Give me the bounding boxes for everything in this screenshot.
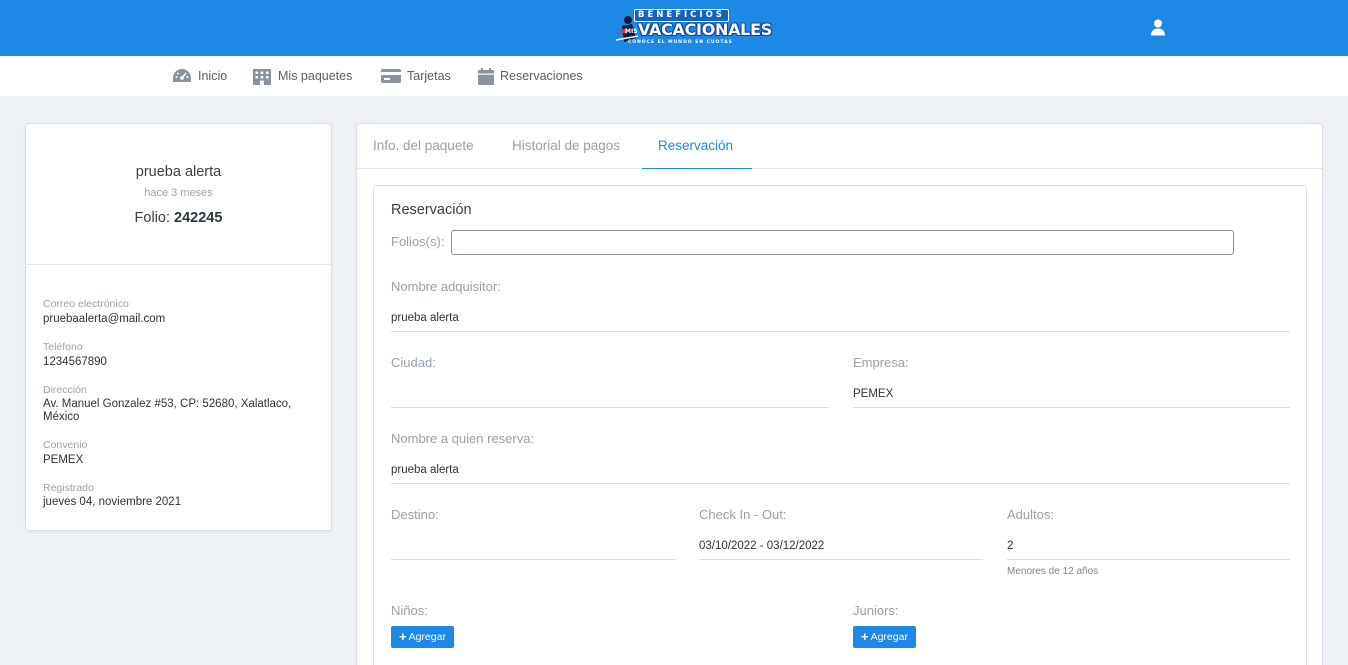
empresa-underline <box>853 407 1290 408</box>
package-detail-card: Info. del paquete Historial de pagos Res… <box>356 123 1323 665</box>
calendar-icon <box>478 67 494 85</box>
add-nino-label: Agregar <box>408 631 446 643</box>
destino-label: Destino: <box>391 507 439 522</box>
credit-card-icon <box>381 69 401 83</box>
nav-item-reservaciones[interactable]: Reservaciones <box>478 56 583 96</box>
profile-divider <box>26 264 331 265</box>
nombre-adquisitor-value[interactable]: prueba alerta <box>391 312 459 324</box>
ninos-label: Niños: <box>391 603 428 618</box>
ciudad-label: Ciudad: <box>391 355 436 370</box>
plus-icon: + <box>399 629 407 644</box>
profile-name: prueba alerta <box>135 164 222 180</box>
empresa-label: Empresa: <box>853 355 909 370</box>
logo-tagline: CONOCE EL MUNDO EN CUOTAS <box>628 40 733 45</box>
address-value: Av. Manuel Gonzalez #53, CP: 52680, Xala… <box>43 398 292 423</box>
adultos-label: Adultos: <box>1007 507 1054 522</box>
registered-value: jueves 04, noviembre 2021 <box>43 496 182 508</box>
checkin-label: Check In - Out: <box>699 507 787 522</box>
reservation-form: Reservación Folios(s): Nombre adquisitor… <box>373 185 1307 665</box>
nombre-reserva-value[interactable]: prueba alerta <box>391 464 459 476</box>
nav-item-tarjetas[interactable]: Tarjetas <box>381 56 451 96</box>
nombre-reserva-underline <box>391 483 1290 484</box>
logo-brand-text: VACACIONALES <box>638 20 772 39</box>
nombre-adquisitor-underline <box>391 331 1290 332</box>
adultos-value[interactable]: 2 <box>1007 540 1013 552</box>
nav-label-reservaciones: Reservaciones <box>500 69 583 83</box>
email-label: Correo electrónico <box>43 298 129 310</box>
phone-label: Teléfono <box>43 341 83 353</box>
nombre-reserva-label: Nombre a quien reserva: <box>391 431 535 446</box>
nav-item-inicio[interactable]: Inicio <box>172 56 227 96</box>
folios-input[interactable] <box>451 230 1234 255</box>
brand-logo[interactable]: BENEFICIOS MIS VACACIONALES CONOCE EL MU… <box>612 6 772 50</box>
profile-card: prueba alerta hace 3 meses Folio: 242245… <box>25 123 332 531</box>
add-nino-button[interactable]: + Agregar <box>391 626 454 648</box>
agreement-value: PEMEX <box>43 454 84 466</box>
adultos-underline <box>1007 559 1290 560</box>
form-title: Reservación <box>391 202 472 218</box>
destino-underline <box>391 559 676 560</box>
tab-reservacion[interactable]: Reservación <box>658 138 733 153</box>
ciudad-underline <box>391 407 829 408</box>
profile-created-ago: hace 3 meses <box>144 187 213 199</box>
nav-label-inicio: Inicio <box>198 69 228 83</box>
tab-historial-pagos[interactable]: Historial de pagos <box>512 138 620 153</box>
tab-bar: Info. del paquete Historial de pagos Res… <box>357 124 1322 169</box>
folio-value: 242245 <box>174 210 223 226</box>
plus-icon: + <box>861 629 869 644</box>
phone-value: 1234567890 <box>43 356 107 368</box>
email-value: pruebaalerta@mail.com <box>43 313 166 325</box>
juniors-label: Juniors: <box>853 603 899 618</box>
logo-mis-text: MIS <box>625 28 638 35</box>
registered-label: Registrado <box>43 482 94 494</box>
nav-label-tarjetas: Tarjetas <box>407 69 451 83</box>
active-tab-indicator <box>642 168 752 169</box>
folio-label: Folio: <box>134 210 171 226</box>
profile-folio: Folio: 242245 <box>26 210 331 226</box>
tab-info-paquete[interactable]: Info. del paquete <box>373 138 474 153</box>
checkin-value[interactable]: 03/10/2022 - 03/12/2022 <box>699 540 824 552</box>
add-junior-button[interactable]: + Agregar <box>853 626 916 648</box>
user-icon[interactable] <box>1150 19 1166 36</box>
dashboard-icon <box>173 69 191 82</box>
add-junior-label: Agregar <box>870 631 908 643</box>
main-nav: Inicio Mis paquetes Tarjetas Reservacion… <box>0 56 1348 96</box>
adultos-hint: Menores de 12 años <box>1007 566 1099 577</box>
nav-label-mis-paquetes: Mis paquetes <box>278 69 353 83</box>
folios-label: Folios(s): <box>391 234 445 249</box>
empresa-value[interactable]: PEMEX <box>853 388 893 400</box>
agreement-label: Convenio <box>43 439 88 451</box>
top-bar: BENEFICIOS MIS VACACIONALES CONOCE EL MU… <box>0 0 1348 56</box>
address-label: Dirección <box>43 384 87 396</box>
checkin-underline <box>699 559 983 560</box>
nombre-adquisitor-label: Nombre adquisitor: <box>391 279 501 294</box>
nav-item-mis-paquetes[interactable]: Mis paquetes <box>252 56 352 96</box>
building-icon <box>253 68 271 85</box>
